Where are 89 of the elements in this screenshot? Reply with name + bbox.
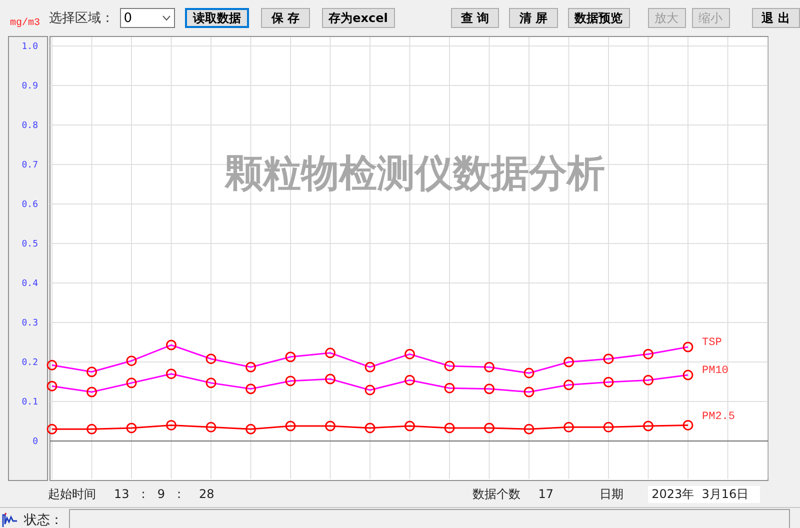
data-point [126,378,137,388]
data-point [364,362,376,372]
y-tick-label: 0.9 [22,82,38,92]
data-point [46,424,58,434]
data-point [643,348,654,360]
data-point [524,368,534,378]
chart-title: 颗粒物检测仪数据分析 [225,151,605,195]
data-point [564,380,574,390]
data-point [46,380,58,392]
data-point [46,360,58,370]
date-label: 日期 [600,486,624,502]
toolbar-button[interactable]: 存为excel [322,8,395,28]
data-point [404,374,415,386]
y-tick-label: 0.8 [22,121,38,131]
data-point [325,348,336,358]
toolbar-button[interactable]: 保 存 [261,8,310,28]
toolbar-button[interactable]: 数据预览 [568,8,630,28]
data-point [206,378,216,388]
data-point [166,368,176,380]
y-tick-label: 0.7 [22,160,38,170]
region-label: 选择区域： [48,9,114,27]
y-tick-label: 0.6 [22,200,38,210]
date-field: 2023年 3月16日 [648,486,760,502]
data-point [564,356,574,368]
y-tick-label: 0 [32,437,38,447]
data-point [603,422,614,432]
second-value: 28 [199,487,214,501]
series-label: TSP [702,337,722,349]
data-point [246,362,256,372]
data-point [682,342,694,352]
minute-value: 9 [157,487,165,501]
data-point [524,386,534,398]
data-point [285,352,296,362]
data-point [444,360,455,372]
status-label: 状态： [24,512,63,528]
y-tick-label: 0.3 [22,318,38,328]
data-point [603,354,614,364]
data-point [643,420,654,432]
data-point [484,384,494,394]
data-point [524,424,534,434]
series-label: PM10 [702,365,728,378]
data-point [325,420,336,432]
data-point [166,420,176,430]
toolbar-button[interactable]: 清 屏 [509,8,558,28]
y-tick-label: 0.2 [22,358,38,368]
data-point [404,348,415,360]
y-tick-label: 0.4 [22,279,38,289]
data-point [246,424,256,434]
toolbar-button[interactable]: 查 询 [450,8,500,28]
data-point [364,384,376,396]
data-point [484,422,494,434]
data-point [285,376,296,386]
time-separator: : [176,487,182,501]
data-point [86,386,97,398]
start-time-label: 起始时间 [48,486,96,502]
count-label: 数据个数 [472,486,520,502]
data-point [682,370,694,380]
unit-label: mg/m3 [10,18,42,28]
data-point [166,340,176,350]
data-point [444,422,455,434]
toolbar-button[interactable]: 读取数据 [185,8,250,28]
data-point [484,362,494,372]
y-tick-label: 1.0 [22,42,38,52]
data-point [603,376,614,388]
data-point [564,422,574,432]
count-value: 17 [538,487,554,501]
data-point [444,382,455,394]
data-point [404,420,415,432]
caret-icon [162,15,172,21]
data-point [364,422,376,434]
data-point [86,424,97,434]
series-label: PM2.5 [702,411,736,424]
data-point [246,384,256,394]
y-tick-label: 0.5 [22,240,38,250]
y-tick-label: 0.1 [22,398,38,408]
toolbar-button[interactable]: 退 出 [752,8,800,28]
data-point [643,374,654,386]
data-point [206,354,216,364]
data-point [325,374,336,384]
data-point [285,420,296,432]
data-point [126,422,137,434]
data-point [126,356,137,366]
data-point [682,420,694,430]
data-point [86,366,97,378]
hour-value: 13 [114,487,130,501]
region-dropdown[interactable]: 0 [120,8,176,28]
data-point [206,422,216,432]
wave-icon [2,512,18,528]
time-separator: : [141,487,146,501]
